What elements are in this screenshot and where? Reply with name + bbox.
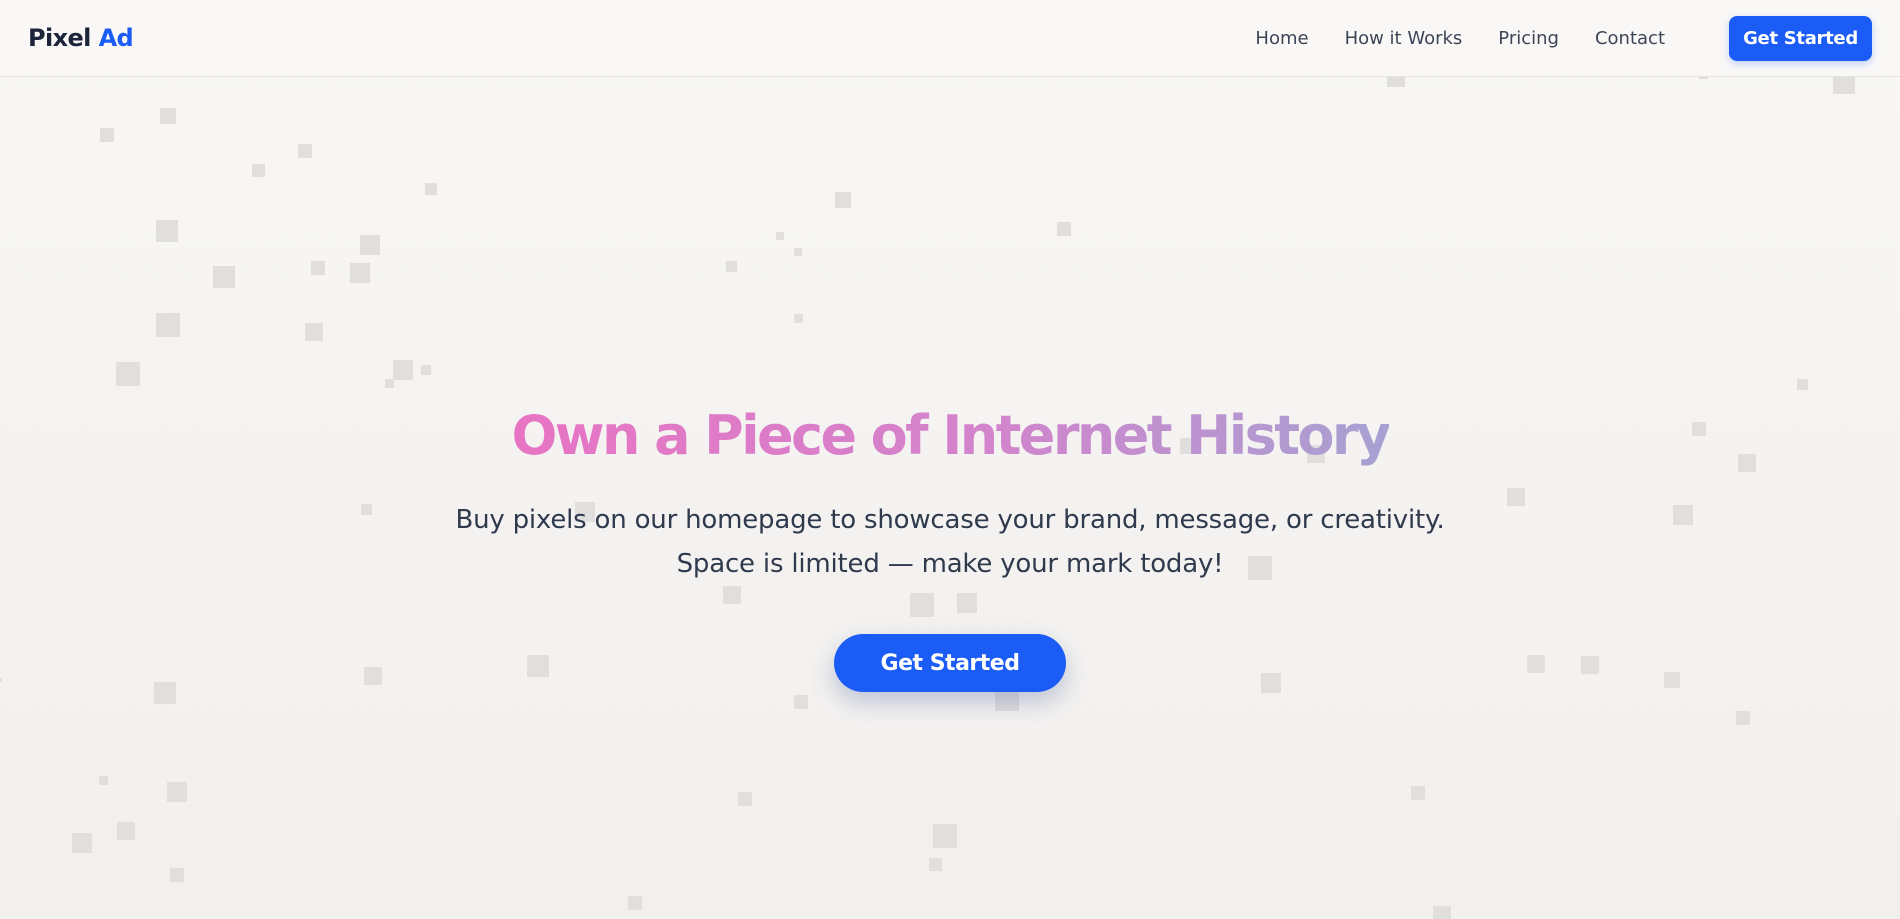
- hero-subtitle-line-1: Buy pixels on our homepage to showcase y…: [455, 505, 1445, 535]
- background-pixel: [251, 163, 265, 177]
- background-pixel: [933, 824, 957, 848]
- hero-section: Own a Piece of Internet History Buy pixe…: [0, 400, 1900, 692]
- hero-subtitle: Buy pixels on our homepage to showcase y…: [0, 498, 1900, 586]
- background-pixel: [393, 360, 413, 380]
- background-pixel: [360, 235, 380, 255]
- background-pixel: [311, 261, 325, 275]
- background-pixel: [794, 248, 802, 256]
- background-pixel: [116, 362, 140, 386]
- background-pixel: [835, 192, 851, 208]
- logo[interactable]: Pixel Ad: [28, 24, 134, 52]
- background-pixel: [156, 313, 180, 337]
- background-pixel: [98, 775, 108, 785]
- background-pixel: [213, 266, 235, 288]
- logo-text: Pixel: [28, 24, 91, 52]
- nav-link-home[interactable]: Home: [1255, 28, 1308, 49]
- nav-link-pricing[interactable]: Pricing: [1498, 28, 1559, 49]
- background-pixel: [298, 144, 312, 158]
- background-pixel: [72, 833, 92, 853]
- nav-link-how-it-works[interactable]: How it Works: [1345, 28, 1463, 49]
- background-pixel: [794, 695, 808, 709]
- background-pixel: [100, 128, 114, 142]
- background-pixel: [350, 263, 370, 283]
- background-pixel: [305, 323, 323, 341]
- logo-accent: Ad: [98, 24, 134, 52]
- hero-subtitle-line-2: Space is limited — make your mark today!: [676, 549, 1224, 579]
- background-pixel: [1433, 906, 1451, 919]
- background-pixel: [776, 232, 784, 240]
- background-pixel: [1411, 786, 1425, 800]
- navbar: Pixel Ad Home How it Works Pricing Conta…: [0, 0, 1900, 77]
- hero-get-started-button[interactable]: Get Started: [834, 634, 1066, 692]
- get-started-button[interactable]: Get Started: [1729, 15, 1872, 61]
- background-pixel: [628, 896, 642, 910]
- background-pixel: [725, 260, 737, 272]
- background-pixel: [384, 378, 394, 388]
- background-pixel: [793, 313, 803, 323]
- nav-link-contact[interactable]: Contact: [1595, 28, 1665, 49]
- background-pixel: [738, 792, 752, 806]
- background-pixel: [928, 857, 942, 871]
- background-pixel: [421, 365, 431, 375]
- hero-title: Own a Piece of Internet History: [511, 400, 1391, 472]
- background-pixel: [170, 868, 184, 882]
- background-pixel: [167, 782, 187, 802]
- background-pixel: [425, 183, 437, 195]
- background-pixel: [117, 822, 135, 840]
- background-pixel: [156, 220, 178, 242]
- background-pixel: [1057, 222, 1071, 236]
- background-pixel: [1796, 378, 1808, 390]
- background-pixel: [160, 108, 176, 124]
- nav-links: Home How it Works Pricing Contact Get St…: [1219, 15, 1872, 61]
- background-pixel: [1736, 711, 1750, 725]
